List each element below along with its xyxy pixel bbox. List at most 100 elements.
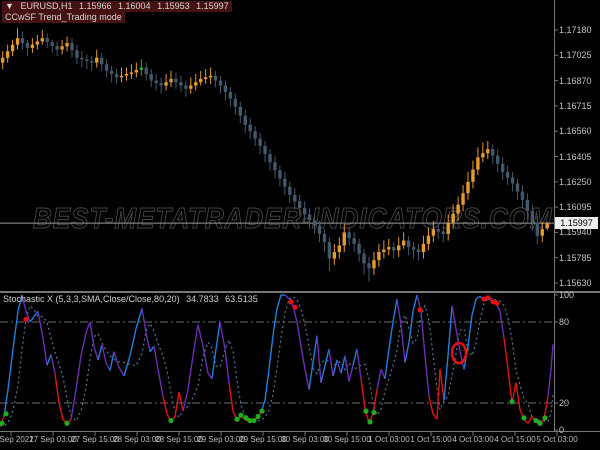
candle-body [124,74,129,76]
stochastic-main-line [149,345,155,353]
candle-body [397,245,401,251]
candle-body [218,80,223,86]
candle-body [20,38,25,44]
candle-body [65,43,69,47]
stochastic-main-line [284,294,290,300]
stochastic-main-line [80,332,87,356]
stochastic-main-line [70,389,77,420]
stochastic-main-line [503,338,509,370]
candle-body [243,115,247,125]
stochastic-main-line [475,295,481,300]
candle-body [372,260,376,269]
stochastic-value-2: 63.5135 [225,294,258,304]
stochastic-main-line [268,335,274,370]
stochastic-main-line [428,396,434,414]
candle-body [228,92,233,99]
stochastic-main-line [264,369,270,401]
candle-body [377,251,381,261]
candle-body [70,43,74,51]
candle-body [382,249,386,252]
stochastic-main-line [54,373,60,404]
price-axis-label: 1.16250 [559,176,592,187]
time-axis-label: 29 Sep 15:00 [239,435,287,444]
stochastic-main-line [388,321,394,350]
current-price-tag: 1.15997 [555,217,598,229]
candle-body [352,238,356,244]
buy-signal-dot [168,417,174,424]
candle-body [194,82,198,86]
chart-canvas[interactable] [0,0,600,450]
candle-body [104,64,109,71]
stochastic-main-line [443,355,449,401]
stochastic-main-line [507,369,513,404]
stochastic-main-line [308,362,314,390]
candle-body [40,38,44,42]
candle-body [307,214,312,221]
stochastic-main-line [447,305,453,356]
candle-body [520,191,525,200]
stochastic-main-line [197,324,204,347]
candle-body [109,70,114,75]
candle-body [144,67,148,75]
stochastic-indicator-label: Stochastic X (5,3,3,SMA,Close/Close,80,2… [3,294,262,304]
candle-body [312,220,317,226]
price-axis-label: 1.16095 [559,202,592,213]
candle-body [362,253,366,264]
stochastic-main-line [75,355,82,390]
candle-body [85,59,89,62]
stochastic-name-params: Stochastic X (5,3,3,SMA,Close/Close,80,2… [3,294,180,304]
candle-body [431,229,436,236]
candle-body [273,162,277,171]
stochastic-main-line [192,324,199,356]
candle-body [95,57,99,63]
stochastic-main-line [400,324,406,363]
candle-body [451,213,455,223]
buy-signal-dot [3,411,9,417]
price-axis-label: 1.15630 [559,278,592,288]
buy-signal-dot [0,420,5,426]
candle-body [491,149,495,156]
buy-signal-dot [537,420,543,426]
candle-body [416,249,421,252]
price-axis-label: 1.15785 [559,252,592,263]
time-axis-label: 1 Oct 03:00 [368,435,410,444]
candle-body [426,235,431,244]
candle-body [510,177,515,184]
stochastic-main-line [46,354,52,366]
chart-header: ▼ EURUSD,H1 1.15966 1.16004 1.15953 1.15… [2,1,232,12]
stochastic-main-line [300,346,306,370]
stochastic-value-1: 34.7833 [186,294,219,304]
stochastic-main-line [376,369,382,390]
candle-body [367,263,371,269]
candle-body [322,234,327,243]
stochastic-main-line [439,369,445,401]
stochastic-main-line [42,338,48,366]
stochastic-main-line [296,321,302,347]
stochastic-main-line [187,355,194,390]
stochastic-main-line [356,348,362,379]
candle-body [411,247,416,250]
stochastic-main-line [12,311,19,350]
candle-body [466,181,470,194]
candle-body [208,75,213,78]
stochastic-main-line [384,348,390,379]
stochastic-main-line [328,348,334,377]
stochastic-main-line [162,396,168,414]
dropdown-arrow-icon[interactable]: ▼ [5,1,14,11]
stochastic-main-line [332,359,338,377]
price-axis-border [554,0,555,431]
panel-separator[interactable] [0,291,600,293]
buy-signal-dot [371,409,377,416]
stochastic-main-line [352,348,358,366]
open-value: 1.15966 [78,1,112,11]
candle-body [471,169,475,182]
stochastic-main-line [392,298,398,323]
candle-body [139,67,143,70]
candle-body [298,201,302,208]
stochastic-main-line [467,315,473,347]
candle-body [515,183,520,192]
price-axis-label: 1.17025 [559,50,592,61]
stochastic-main-line [515,382,521,410]
stochastic-main-line [135,308,143,329]
time-axis-separator [0,431,600,432]
